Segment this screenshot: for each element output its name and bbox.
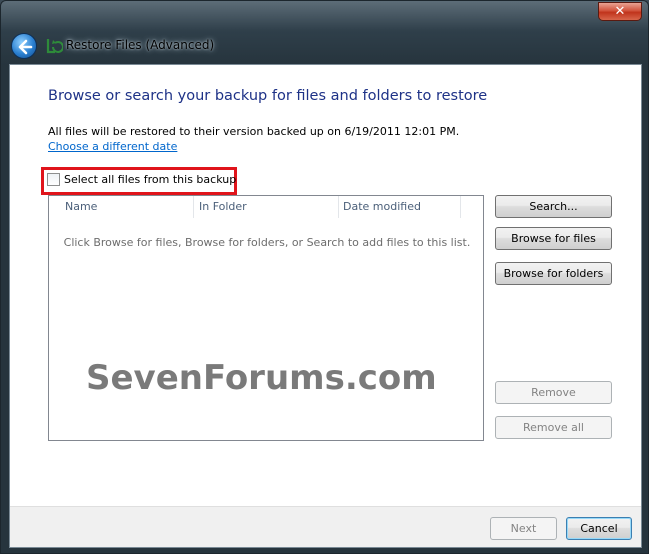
watermark: SevenForums.com (86, 358, 437, 398)
next-button[interactable]: Next (490, 517, 557, 540)
back-arrow-icon (18, 39, 33, 55)
close-icon: ✕ (614, 4, 626, 19)
backup-date-info: All files will be restored to their vers… (48, 125, 460, 138)
backup-restore-icon (46, 39, 63, 54)
column-header-in-folder[interactable]: In Folder (194, 196, 339, 218)
search-button[interactable]: Search... (495, 195, 612, 218)
cancel-button[interactable]: Cancel (566, 517, 632, 540)
choose-different-date-link[interactable]: Choose a different date (48, 140, 177, 153)
restore-files-window: ✕ Restore Files (Advanced) Browse or sea… (0, 0, 649, 554)
window-title: Restore Files (Advanced) (66, 38, 215, 52)
dialog-footer: Next Cancel (10, 506, 641, 547)
browse-for-files-button[interactable]: Browse for files (495, 227, 612, 250)
empty-list-message: Click Browse for files, Browse for folde… (63, 236, 471, 249)
remove-button[interactable]: Remove (495, 381, 612, 404)
dialog-content: Browse or search your backup for files a… (9, 64, 642, 548)
back-button[interactable] (11, 33, 37, 59)
remove-all-button[interactable]: Remove all (495, 416, 612, 439)
close-button[interactable]: ✕ (598, 2, 642, 21)
column-header-date-modified[interactable]: Date modified (339, 196, 461, 218)
select-all-label[interactable]: Select all files from this backup (64, 173, 236, 186)
select-all-checkbox[interactable] (47, 173, 60, 186)
page-heading: Browse or search your backup for files a… (48, 88, 488, 104)
browse-for-folders-button[interactable]: Browse for folders (495, 262, 612, 285)
column-header-name[interactable]: Name (49, 196, 194, 218)
files-list[interactable]: Name In Folder Date modified Click Brows… (48, 195, 484, 441)
